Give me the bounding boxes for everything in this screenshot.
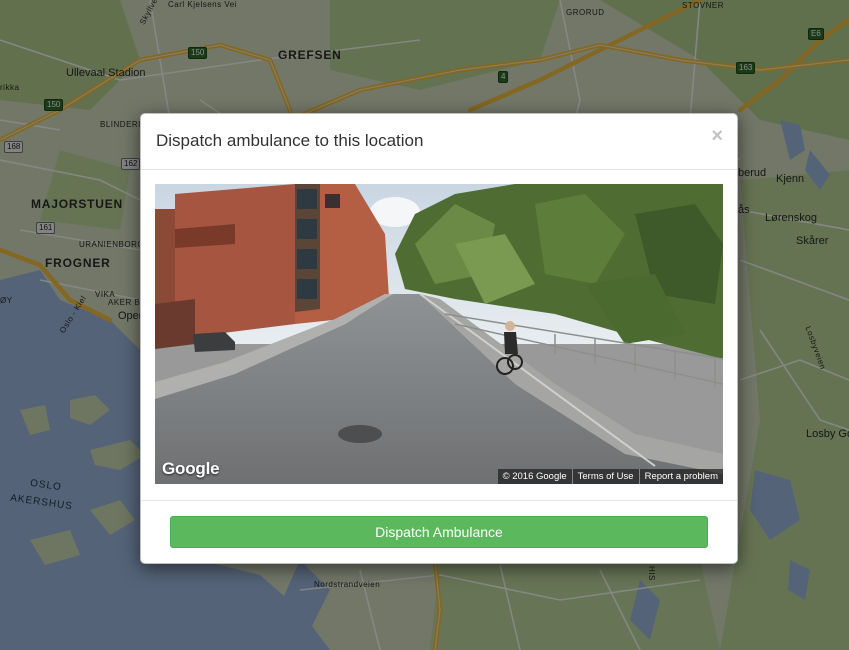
street-view-footer: © 2016 Google Terms of Use Report a prob… xyxy=(497,469,723,484)
terms-of-use-link[interactable]: Terms of Use xyxy=(571,469,639,484)
google-logo: Google xyxy=(162,459,220,478)
dispatch-ambulance-button[interactable]: Dispatch Ambulance xyxy=(170,516,708,548)
modal-footer: Dispatch Ambulance xyxy=(141,501,737,563)
copyright-text: © 2016 Google xyxy=(502,471,567,482)
street-view-panorama[interactable]: Google © 2016 Google Terms of Use Report… xyxy=(155,184,723,484)
dispatch-modal: Dispatch ambulance to this location × Go… xyxy=(140,113,738,564)
report-problem-link[interactable]: Report a problem xyxy=(638,469,723,484)
modal-body: Google © 2016 Google Terms of Use Report… xyxy=(141,170,737,501)
modal-title: Dispatch ambulance to this location xyxy=(156,131,424,150)
modal-header: Dispatch ambulance to this location × xyxy=(141,114,737,170)
street-view-image xyxy=(155,184,723,484)
close-button[interactable]: × xyxy=(711,126,723,146)
